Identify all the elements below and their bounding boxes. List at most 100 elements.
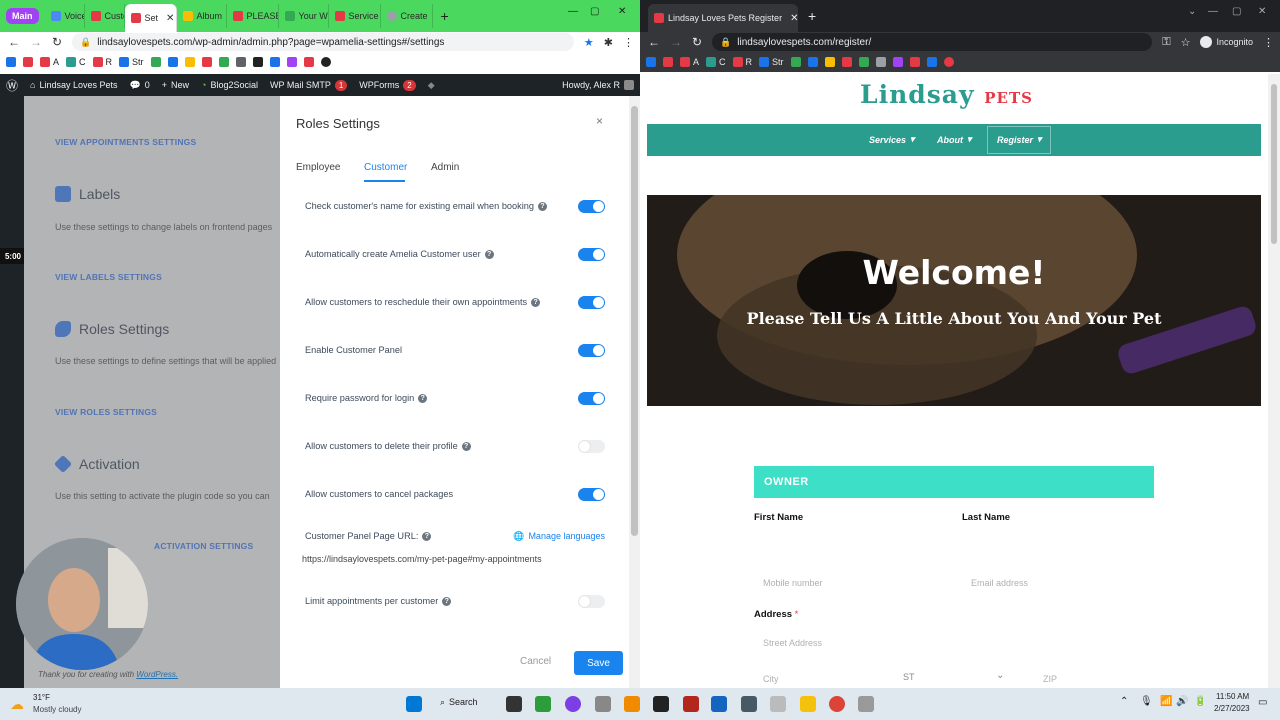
tab-your-w[interactable]: Your W: [279, 4, 329, 28]
capture-icon[interactable]: [711, 696, 727, 712]
bookmark-icon[interactable]: [892, 57, 903, 67]
battery-icon[interactable]: 🔋: [1194, 696, 1206, 707]
manage-languages-link[interactable]: 🌐 Manage languages: [513, 531, 605, 542]
toggle-switch[interactable]: [578, 487, 605, 501]
weather-desc[interactable]: Mostly cloudy: [33, 705, 81, 714]
toggle-switch[interactable]: [578, 439, 605, 453]
taskbar-search[interactable]: ⌕ Search: [440, 697, 478, 708]
bookmark-str[interactable]: Str: [759, 57, 784, 67]
tray-chevron-icon[interactable]: ⌃: [1120, 696, 1128, 707]
close-tab-icon[interactable]: ✕: [790, 13, 798, 24]
bookmark-icon[interactable]: [235, 57, 246, 67]
maximize-icon[interactable]: ▢: [590, 6, 599, 17]
app-icon[interactable]: [595, 696, 611, 712]
bookmark-icon[interactable]: [167, 57, 178, 67]
bookmark-str[interactable]: Str: [119, 57, 144, 67]
wp-site-name[interactable]: ⌂ Lindsay Loves Pets: [30, 80, 117, 90]
star-icon[interactable]: ★: [584, 36, 594, 49]
bookmark-icon[interactable]: [824, 57, 835, 67]
bookmark-icon[interactable]: [875, 57, 886, 67]
notification-icon[interactable]: ▭: [1258, 697, 1267, 708]
chevron-down-icon[interactable]: ⌄: [1188, 6, 1196, 17]
incognito-indicator[interactable]: Incognito: [1200, 36, 1253, 48]
tab-employee[interactable]: Employee: [296, 162, 340, 173]
bookmark-icon[interactable]: [303, 57, 314, 67]
help-icon[interactable]: ?: [422, 531, 432, 541]
weather-icon[interactable]: ☁: [10, 696, 24, 713]
bookmark-c[interactable]: C: [66, 57, 86, 67]
volume-icon[interactable]: 🔊: [1176, 696, 1188, 707]
help-icon[interactable]: ?: [461, 441, 471, 451]
wp-blog2social[interactable]: ◔ Blog2Social: [201, 80, 258, 90]
page-scrollbar[interactable]: [1268, 74, 1280, 688]
wordpress-link[interactable]: WordPress.: [136, 670, 178, 679]
bookmark-icon[interactable]: [646, 57, 656, 67]
bookmark-icon[interactable]: [841, 57, 852, 67]
help-icon[interactable]: ?: [484, 249, 494, 259]
bookmark-icon[interactable]: [858, 57, 869, 67]
back-icon[interactable]: ←: [648, 35, 660, 49]
toggle-switch[interactable]: [578, 594, 605, 608]
tab-please[interactable]: PLEASE: [227, 4, 279, 28]
wp-wpforms[interactable]: WPForms 2: [359, 79, 416, 91]
tab-settings-active[interactable]: Set ✕: [124, 4, 177, 32]
tab-service[interactable]: Service: [329, 4, 381, 28]
file-explorer-icon[interactable]: [800, 696, 816, 712]
help-icon[interactable]: ?: [538, 201, 547, 211]
bookmark-icon[interactable]: [790, 57, 801, 67]
wp-mail-smtp[interactable]: WP Mail SMTP 1: [270, 79, 348, 91]
minimize-icon[interactable]: —: [568, 6, 578, 17]
bookmark-icon[interactable]: [909, 57, 920, 67]
tab-group-chip[interactable]: Main: [6, 8, 39, 24]
panel-url-value[interactable]: https://lindsaylovespets.com/my-pet-page…: [302, 554, 542, 564]
tab-register[interactable]: Lindsay Loves Pets Register ✕: [648, 4, 798, 32]
chevron-down-icon[interactable]: ⌄: [996, 670, 1004, 681]
clock-time[interactable]: 11:50 AM: [1216, 692, 1249, 701]
bookmark-icon[interactable]: [201, 57, 212, 67]
clock-date[interactable]: 2/27/2023: [1214, 704, 1250, 713]
close-tab-icon[interactable]: ✕: [166, 13, 174, 24]
bookmark-icon[interactable]: [663, 57, 673, 67]
bookmark-icon[interactable]: [252, 57, 263, 67]
bookmark-icon[interactable]: [184, 57, 195, 67]
minimize-icon[interactable]: —: [1208, 6, 1218, 17]
toggle-switch[interactable]: [578, 199, 605, 213]
last-name-input[interactable]: [962, 526, 1152, 550]
street-address-input[interactable]: Street Address: [763, 638, 822, 648]
bookmark-r[interactable]: R: [92, 57, 112, 67]
obs-icon[interactable]: [565, 696, 581, 712]
key-icon[interactable]: ⚿: [1162, 36, 1170, 49]
help-icon[interactable]: ?: [418, 393, 428, 403]
bookmark-a[interactable]: A: [680, 57, 699, 67]
save-button[interactable]: Save: [574, 651, 623, 675]
state-select[interactable]: ST: [903, 672, 915, 682]
tab-voice[interactable]: Voice: [45, 4, 85, 28]
first-name-input[interactable]: [754, 526, 944, 550]
nav-services[interactable]: Services ▾: [869, 134, 915, 145]
reload-icon[interactable]: ↻: [692, 35, 702, 49]
tab-customer[interactable]: Custor: [85, 4, 125, 28]
nav-about[interactable]: About ▾: [937, 134, 972, 145]
task-view-icon[interactable]: [506, 696, 522, 712]
back-icon[interactable]: ←: [8, 35, 20, 49]
url-bar[interactable]: 🔒 lindsaylovespets.com/wp-admin/admin.ph…: [72, 33, 574, 51]
diamond-icon[interactable]: ◆: [428, 80, 435, 91]
scroll-thumb[interactable]: [631, 106, 638, 536]
panda-icon[interactable]: [653, 696, 669, 712]
tab-album[interactable]: Album: [177, 4, 227, 28]
notepad-icon[interactable]: [770, 696, 786, 712]
weather-temp[interactable]: 31°F: [33, 693, 50, 702]
city-input[interactable]: City: [763, 674, 779, 684]
close-window-icon[interactable]: ✕: [1258, 6, 1266, 17]
toggle-switch[interactable]: [578, 295, 605, 309]
puzzle-app-icon[interactable]: [683, 696, 699, 712]
site-logo[interactable]: Lindsay PETS: [860, 80, 1033, 109]
toggle-switch[interactable]: [578, 343, 605, 357]
zip-input[interactable]: ZIP: [1043, 674, 1057, 684]
reload-icon[interactable]: ↻: [52, 35, 62, 49]
app-icon[interactable]: [858, 696, 874, 712]
menu-icon[interactable]: ⋮: [623, 36, 640, 49]
email-input[interactable]: Email address: [971, 578, 1028, 588]
wifi-icon[interactable]: 📶: [1160, 696, 1172, 707]
maximize-icon[interactable]: ▢: [1232, 6, 1241, 17]
